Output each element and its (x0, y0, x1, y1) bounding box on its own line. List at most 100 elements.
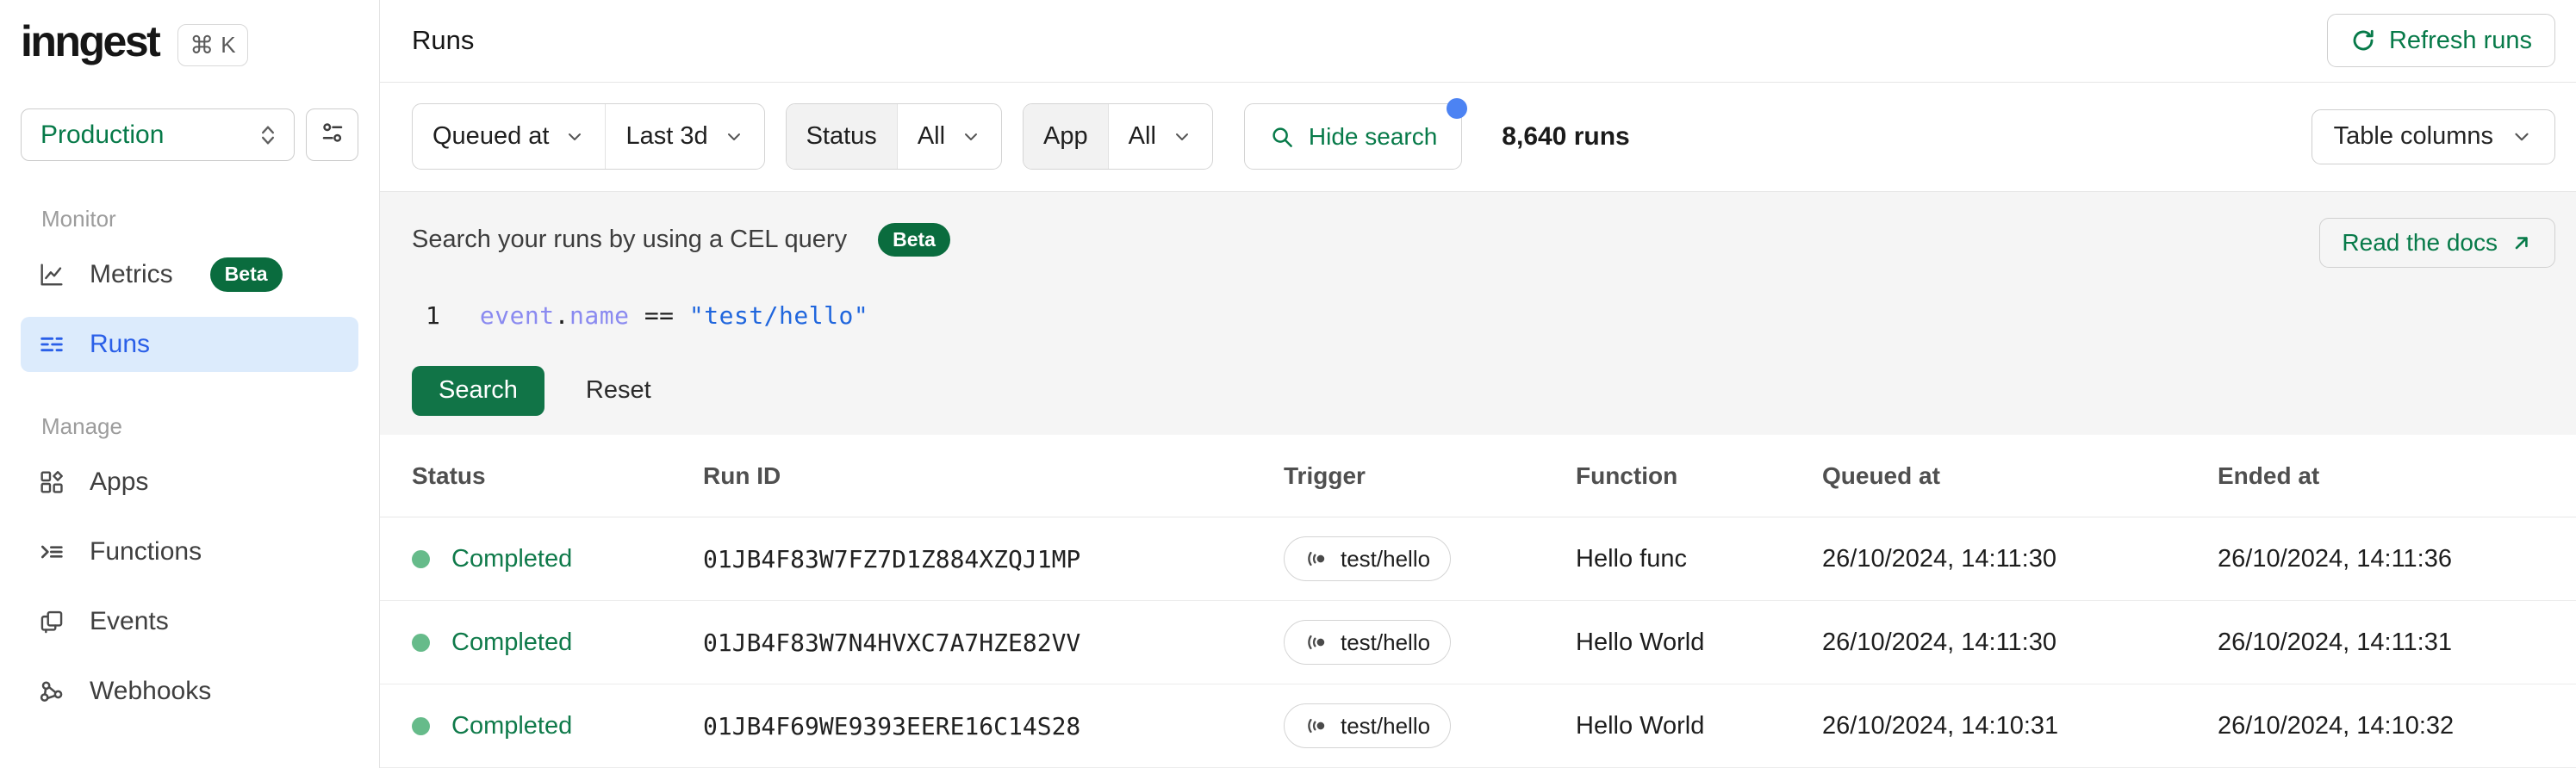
sidebar-item-events[interactable]: Events (21, 594, 358, 649)
app-filter-label: App (1024, 104, 1108, 170)
sidebar-item-label: Webhooks (90, 677, 212, 705)
runs-count: 8,640 runs (1502, 121, 1630, 151)
table-columns-label: Table columns (2333, 122, 2493, 151)
sidebar-item-functions[interactable]: Functions (21, 524, 358, 579)
hide-search-button[interactable]: Hide search (1243, 98, 1468, 170)
sidebar-item-label: Apps (90, 468, 149, 496)
status-dot-icon (412, 716, 430, 735)
trigger-pill: test/hello (1284, 536, 1452, 581)
trigger-name: test/hello (1341, 712, 1431, 739)
column-header-run-id: Run ID (703, 461, 781, 489)
event-trigger-icon (1304, 630, 1328, 654)
sidebar-item-apps[interactable]: Apps (21, 455, 358, 510)
status-cell: Completed (412, 712, 703, 740)
inngest-logo[interactable]: inngest (21, 20, 161, 70)
status-filter-dropdown[interactable]: All (896, 104, 1001, 170)
app-filter-value: All (1128, 122, 1156, 151)
table-row[interactable]: Completed 01JB4F83W7N4HVXC7A7HZE82VV tes… (380, 601, 2576, 684)
refresh-runs-label: Refresh runs (2388, 26, 2532, 54)
external-link-icon (2511, 232, 2533, 254)
logo-row: inngest ⌘ K (21, 17, 358, 72)
events-icon (37, 607, 66, 636)
page-header: Runs Refresh runs (380, 0, 2576, 83)
sidebar-section-manage: Manage (41, 413, 122, 439)
status-cell: Completed (412, 629, 703, 657)
reset-button[interactable]: Reset (586, 376, 651, 405)
queued-at-value: 26/10/2024, 14:10:31 (1822, 711, 2059, 740)
function-name: Hello func (1576, 544, 1687, 573)
beta-badge: Beta (209, 257, 283, 292)
runs-list-icon (37, 330, 66, 359)
run-id: 01JB4F83W7FZ7D1Z884XZQJ1MP (703, 544, 1081, 573)
trigger-cell: test/hello (1284, 620, 1576, 665)
refresh-runs-button[interactable]: Refresh runs (2326, 14, 2555, 68)
chart-icon (37, 260, 66, 289)
chevron-down-icon (2511, 126, 2533, 148)
sidebar-item-webhooks[interactable]: Webhooks (21, 664, 358, 719)
event-trigger-icon (1304, 547, 1328, 571)
status-filter-value: All (917, 122, 946, 151)
time-field-dropdown[interactable]: Queued at (413, 104, 605, 169)
time-range-value: Last 3d (625, 122, 708, 151)
line-number: 1 (426, 300, 440, 330)
trigger-name: test/hello (1341, 629, 1431, 655)
sidebar-item-label: Events (90, 607, 169, 635)
column-header-function: Function (1576, 461, 1678, 489)
ended-at-value: 26/10/2024, 14:10:32 (2218, 711, 2455, 740)
chevron-down-icon (724, 127, 744, 147)
cel-query-editor[interactable]: 1 event.name == "test/hello" (412, 301, 2555, 330)
column-header-status: Status (412, 461, 486, 489)
environment-selector[interactable]: Production (21, 108, 295, 161)
sidebar-item-runs[interactable]: Runs (21, 317, 358, 372)
queued-at-value: 26/10/2024, 14:11:30 (1822, 628, 2056, 656)
chevron-down-icon (564, 127, 585, 147)
run-id: 01JB4F83W7N4HVXC7A7HZE82VV (703, 628, 1081, 657)
apps-icon (37, 468, 66, 497)
refresh-icon (2350, 28, 2376, 53)
environment-row: Production (21, 108, 358, 161)
column-header-ended-at: Ended at (2218, 461, 2320, 489)
chevrons-up-down-icon (256, 123, 280, 147)
beta-badge: Beta (878, 222, 950, 257)
page-title: Runs (412, 25, 475, 56)
time-filter: Queued at Last 3d (412, 103, 765, 170)
trigger-cell: test/hello (1284, 703, 1576, 748)
status-cell: Completed (412, 545, 703, 573)
notification-dot (1447, 98, 1468, 120)
status-dot-icon (412, 633, 430, 652)
webhooks-icon (37, 677, 66, 706)
status-filter-label: Status (786, 104, 897, 170)
read-the-docs-button[interactable]: Read the docs (2319, 217, 2555, 268)
ended-at-value: 26/10/2024, 14:11:36 (2218, 544, 2452, 573)
table-body: Completed 01JB4F83W7FZ7D1Z884XZQJ1MP tes… (380, 517, 2576, 768)
command-k-shortcut[interactable]: ⌘ K (177, 23, 248, 66)
filter-bar: Queued at Last 3d Status All App All Hid… (380, 82, 2576, 192)
command-icon: ⌘ (190, 31, 215, 59)
sidebar-item-label: Runs (90, 330, 151, 358)
ended-at-value: 26/10/2024, 14:11:31 (2218, 628, 2452, 656)
table-row[interactable]: Completed 01JB4F69WE9393EERE16C14S28 tes… (380, 684, 2576, 768)
status-label: Completed (451, 544, 573, 573)
status-filter: Status All (785, 103, 1003, 170)
environment-value: Production (40, 120, 165, 149)
status-dot-icon (412, 549, 430, 568)
table-header-row: Status Run ID Trigger Function Queued at… (380, 435, 2576, 517)
hide-search-label: Hide search (1308, 122, 1438, 150)
sidebar-item-metrics[interactable]: Metrics Beta (21, 247, 358, 302)
app-filter-dropdown[interactable]: All (1107, 104, 1212, 170)
sidebar-section-monitor: Monitor (41, 206, 116, 232)
sidebar-item-label: Metrics (90, 260, 173, 288)
table-row[interactable]: Completed 01JB4F83W7FZ7D1Z884XZQJ1MP tes… (380, 517, 2576, 601)
event-trigger-icon (1304, 714, 1328, 738)
cel-search-title: Search your runs by using a CEL query (412, 225, 848, 253)
search-button[interactable]: Search (412, 365, 544, 416)
chevron-down-icon (1172, 127, 1192, 147)
search-icon (1269, 124, 1295, 150)
table-columns-button[interactable]: Table columns (2311, 108, 2555, 164)
main-content: Runs Refresh runs Queued at Last 3d Stat… (380, 0, 2576, 768)
sidebar: inngest ⌘ K Production Monitor Metrics B… (0, 0, 380, 768)
run-id: 01JB4F69WE9393EERE16C14S28 (703, 711, 1081, 740)
function-name: Hello World (1576, 628, 1705, 656)
time-range-dropdown[interactable]: Last 3d (605, 104, 763, 170)
environment-settings-button[interactable] (306, 108, 358, 161)
